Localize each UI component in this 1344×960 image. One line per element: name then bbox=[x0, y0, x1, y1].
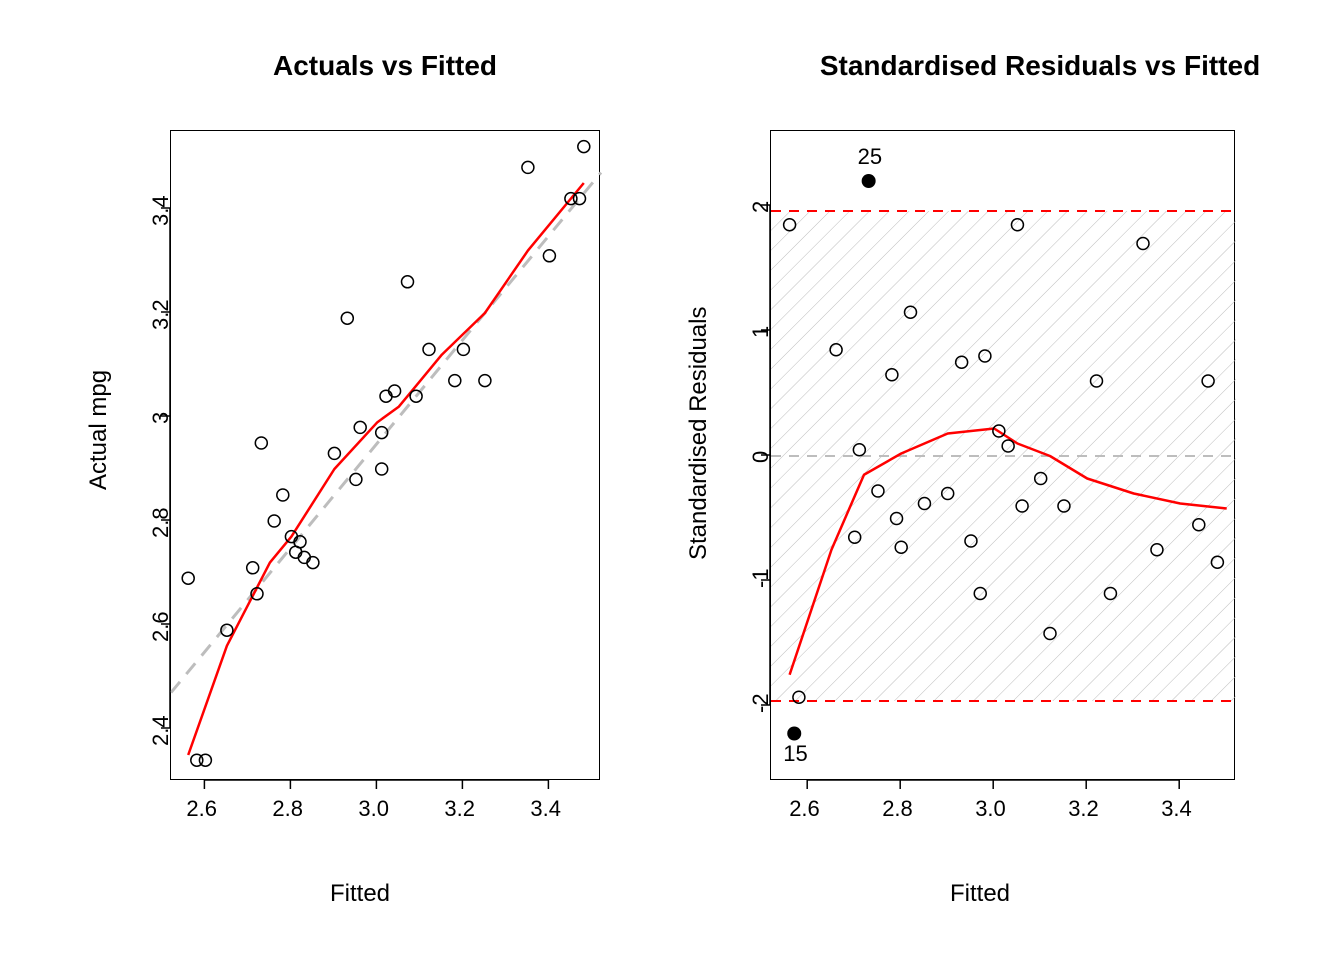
y-tick-label: 2.4 bbox=[148, 715, 174, 746]
left-panel-title: Actuals vs Fitted bbox=[170, 50, 600, 82]
y-tick-label: 3 bbox=[148, 412, 174, 424]
figure-canvas: Actuals vs Fitted Actual mpg Fitted 2.6 2… bbox=[0, 0, 1344, 960]
y-tick-label: 2 bbox=[748, 201, 774, 213]
left-axes-svg bbox=[170, 130, 600, 850]
y-tick-label: 2.8 bbox=[148, 507, 174, 538]
right-axes-svg bbox=[770, 130, 1235, 850]
x-tick-label: 3.0 bbox=[358, 796, 389, 822]
y-tick-label: 3.4 bbox=[148, 195, 174, 226]
right-y-axis-label: Standardised Residuals bbox=[685, 307, 713, 561]
right-x-axis-label: Fitted bbox=[950, 880, 1010, 908]
x-tick-label: 2.6 bbox=[186, 796, 217, 822]
y-tick-label: -1 bbox=[748, 568, 774, 588]
left-y-axis-label: Actual mpg bbox=[85, 370, 113, 490]
outlier-label: 25 bbox=[858, 144, 882, 170]
left-x-axis-label: Fitted bbox=[330, 880, 390, 908]
outlier-label: 15 bbox=[783, 741, 807, 767]
y-tick-label: 2.6 bbox=[148, 611, 174, 642]
right-panel-title: Standardised Residuals vs Fitted bbox=[730, 50, 1344, 82]
x-tick-label: 2.8 bbox=[882, 796, 913, 822]
x-tick-label: 3.2 bbox=[1068, 796, 1099, 822]
x-tick-label: 3.2 bbox=[444, 796, 475, 822]
y-tick-label: 1 bbox=[748, 326, 774, 338]
x-tick-label: 2.8 bbox=[272, 796, 303, 822]
x-tick-label: 3.4 bbox=[1161, 796, 1192, 822]
y-tick-label: 0 bbox=[748, 451, 774, 463]
x-tick-label: 3.4 bbox=[530, 796, 561, 822]
y-tick-label: -2 bbox=[748, 693, 774, 713]
x-tick-label: 3.0 bbox=[975, 796, 1006, 822]
y-tick-label: 3.2 bbox=[148, 299, 174, 330]
x-tick-label: 2.6 bbox=[789, 796, 820, 822]
